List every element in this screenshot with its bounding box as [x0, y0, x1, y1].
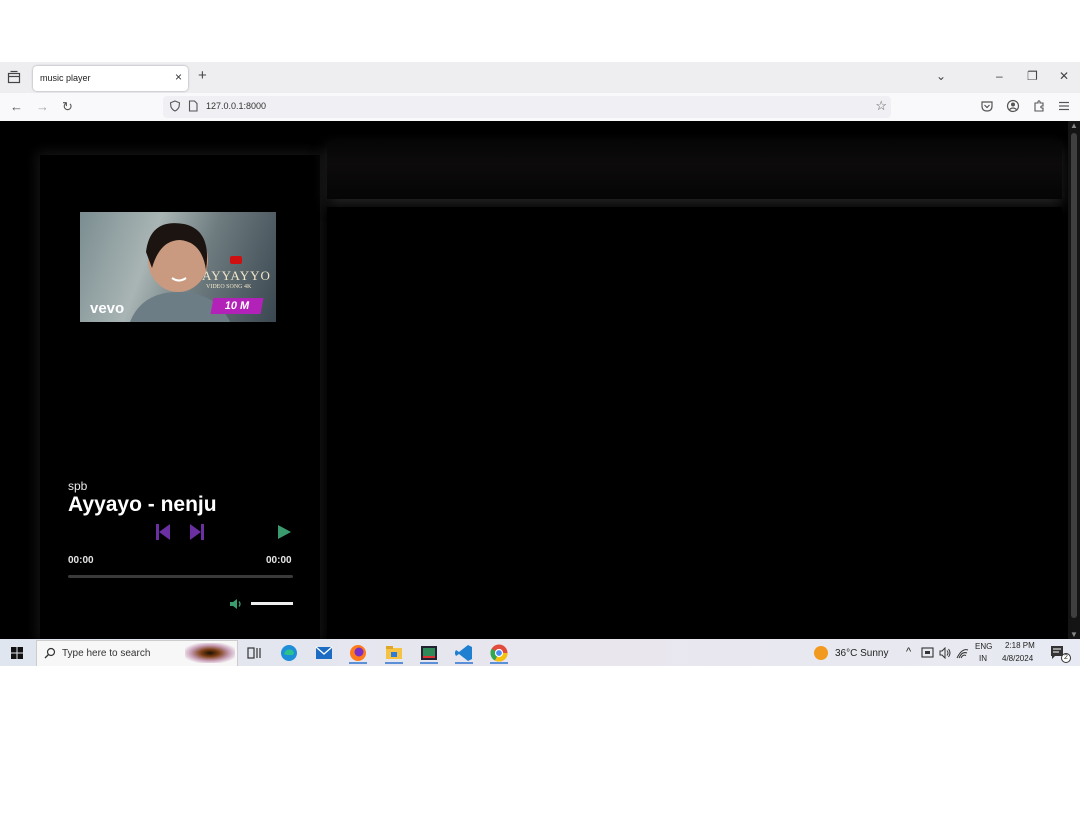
extensions-icon[interactable]: [1032, 99, 1046, 113]
scroll-thumb[interactable]: [1071, 133, 1077, 618]
edge-icon[interactable]: [278, 642, 300, 664]
playlist-area: [327, 207, 1062, 639]
tab-list-icon[interactable]: [7, 70, 21, 84]
restore-button[interactable]: ❐: [1027, 69, 1038, 83]
list-all-tabs-icon[interactable]: ⌄: [936, 69, 946, 83]
tab-close-icon[interactable]: ×: [175, 70, 182, 84]
artist-name: spb: [68, 479, 88, 493]
scroll-down-icon[interactable]: ▼: [1070, 630, 1078, 639]
player-panel: AYYAYYO VIDEO SONG 4K 10 M vevo spb Ayya…: [40, 155, 320, 639]
scroll-up-icon[interactable]: ▲: [1070, 121, 1078, 130]
show-hidden-icons[interactable]: ^: [906, 646, 911, 658]
taskbar: Type here to search 36°C Sunny ^ ENG IN …: [0, 639, 1080, 666]
volume-icon[interactable]: [229, 598, 243, 610]
network-device-icon[interactable]: [921, 647, 934, 659]
taskbar-search[interactable]: Type here to search: [36, 640, 238, 666]
mail-icon[interactable]: [313, 642, 335, 664]
clock-time[interactable]: 2:18 PM: [1005, 641, 1035, 650]
previous-track-icon[interactable]: [154, 523, 172, 541]
minimize-button[interactable]: –: [996, 69, 1003, 83]
clock-date[interactable]: 4/8/2024: [1002, 654, 1033, 663]
nav-bar: ← → ↻ 127.0.0.1:8000 ☆: [0, 93, 1080, 121]
pocket-icon[interactable]: [980, 99, 994, 113]
youtube-logo-icon: [230, 256, 242, 264]
forward-button[interactable]: →: [36, 99, 49, 115]
weather-text[interactable]: 36°C Sunny: [835, 648, 888, 659]
vscode-icon[interactable]: [453, 642, 475, 664]
wifi-icon[interactable]: [956, 647, 969, 659]
chrome-active-indicator: [490, 662, 508, 664]
art-caption-title: AYYAYYO: [202, 268, 271, 283]
album-art: AYYAYYO VIDEO SONG 4K 10 M vevo: [80, 212, 276, 322]
bookmark-star-icon[interactable]: ☆: [875, 98, 887, 114]
volume-slider[interactable]: [251, 602, 293, 605]
art-caption-sub: VIDEO SONG 4K: [206, 284, 252, 290]
play-icon[interactable]: [276, 524, 292, 540]
lang-top[interactable]: ENG: [975, 642, 992, 651]
firefox-active-indicator: [349, 662, 367, 664]
search-highlight-image: [185, 643, 235, 663]
task-view-icon[interactable]: [243, 642, 265, 664]
duration: 00:00: [266, 555, 292, 566]
volume-fill: [251, 602, 293, 605]
lang-bottom[interactable]: IN: [979, 654, 987, 663]
shield-icon[interactable]: [169, 100, 181, 112]
progress-bar[interactable]: [68, 575, 293, 578]
vevo-logo: vevo: [90, 300, 125, 317]
tab-title: music player: [40, 73, 91, 83]
page-viewport: AYYAYYO VIDEO SONG 4K 10 M vevo spb Ayya…: [0, 121, 1080, 639]
screen: music player × + ⌄ – ❐ ✕ ← → ↻ 127.0.0.1…: [0, 62, 1080, 666]
notification-count: 2: [1061, 653, 1071, 663]
menu-icon[interactable]: [1057, 99, 1071, 113]
speaker-icon[interactable]: [939, 647, 952, 659]
page-scrollbar[interactable]: ▲ ▼: [1068, 121, 1080, 639]
header-strip: [327, 141, 1062, 199]
url-text[interactable]: 127.0.0.1:8000: [206, 101, 266, 111]
url-bar[interactable]: 127.0.0.1:8000 ☆: [163, 96, 891, 118]
new-tab-button[interactable]: +: [198, 68, 207, 84]
file-explorer-icon[interactable]: [383, 642, 405, 664]
vscode-active-indicator: [455, 662, 473, 664]
tab-music-player[interactable]: music player ×: [33, 66, 188, 91]
search-placeholder: Type here to search: [62, 648, 151, 659]
explorer-active-indicator: [385, 662, 403, 664]
back-button[interactable]: ←: [10, 99, 23, 115]
current-time: 00:00: [68, 555, 94, 566]
account-icon[interactable]: [1006, 99, 1020, 113]
weather-sun-icon[interactable]: [813, 645, 829, 661]
next-track-icon[interactable]: [188, 523, 206, 541]
art-badge: 10 M: [210, 298, 264, 314]
close-window-button[interactable]: ✕: [1059, 69, 1069, 83]
page-icon[interactable]: [187, 100, 199, 112]
firefox-icon[interactable]: [347, 642, 369, 664]
chrome-icon[interactable]: [488, 642, 510, 664]
media-active-indicator: [420, 662, 438, 664]
media-icon[interactable]: [418, 642, 440, 664]
tab-bar: music player × + ⌄ – ❐ ✕: [0, 62, 1080, 93]
search-icon: [44, 647, 56, 659]
windows-start-icon[interactable]: [11, 647, 23, 659]
song-title: Ayyayo - nenju: [68, 493, 217, 516]
reload-button[interactable]: ↻: [62, 99, 73, 115]
